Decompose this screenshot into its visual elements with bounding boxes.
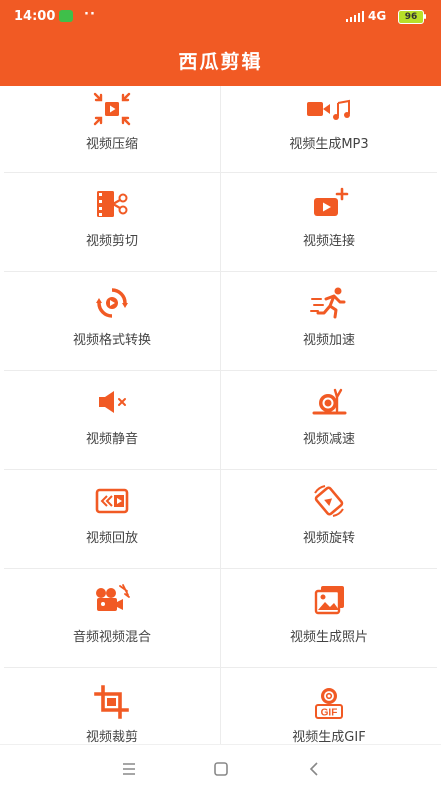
slow-down-icon	[312, 388, 347, 415]
tool-video-crop[interactable]: 视频裁剪	[4, 668, 220, 744]
audio-video-mix-icon	[96, 584, 130, 611]
mute-icon	[99, 391, 126, 413]
tool-label: 视频裁剪	[85, 730, 138, 744]
video-join-icon	[314, 187, 349, 216]
tool-mute[interactable]: 视频静音	[4, 371, 220, 469]
tool-video-compress[interactable]: 视频压缩	[4, 86, 220, 172]
tools-grid: 视频压缩 视频生成MP3 视频剪切 视频连接 视频格式转换 视频加速 视频静音 …	[4, 86, 437, 744]
home-icon[interactable]	[211, 759, 231, 779]
app-title: 西瓜剪辑	[178, 50, 263, 73]
format-convert-icon	[96, 288, 128, 318]
tool-label: 视频压缩	[85, 137, 138, 152]
rotate-icon	[314, 485, 344, 517]
tool-rewind[interactable]: 视频回放	[4, 470, 220, 568]
tool-label: 视频生成照片	[289, 630, 368, 645]
speed-up-icon	[310, 287, 346, 319]
video-cut-icon	[97, 191, 128, 217]
tool-video-cut[interactable]: 视频剪切	[4, 173, 220, 271]
video-to-mp3-icon	[307, 99, 350, 120]
tool-video-to-mp3[interactable]: 视频生成MP3	[221, 86, 437, 172]
status-bar: 14:00 ·· 4G 96	[0, 0, 441, 34]
tool-format-convert[interactable]: 视频格式转换	[4, 272, 220, 370]
menu-icon[interactable]	[119, 759, 139, 779]
system-nav-bar	[0, 744, 441, 792]
tool-label: 视频生成GIF	[292, 730, 366, 744]
tool-audio-video-mix[interactable]: 音频视频混合	[4, 569, 220, 667]
back-icon[interactable]	[304, 759, 324, 779]
tool-speed-up[interactable]: 视频加速	[221, 272, 437, 370]
tool-label: 视频减速	[302, 432, 355, 447]
tool-label: 视频格式转换	[72, 333, 151, 348]
network-type: 4G	[368, 9, 387, 23]
signal-icon	[346, 11, 364, 22]
status-time: 14:00	[14, 9, 56, 24]
tool-label: 视频剪切	[85, 234, 138, 249]
gif-icon-text: GIF	[321, 708, 338, 719]
tool-label: 视频连接	[302, 234, 355, 249]
tool-rotate[interactable]: 视频旋转	[221, 470, 437, 568]
rewind-icon	[95, 488, 129, 514]
tool-label: 视频旋转	[302, 531, 355, 546]
tool-label: 视频回放	[85, 531, 138, 546]
tool-slow-down[interactable]: 视频减速	[221, 371, 437, 469]
video-to-gif-icon: GIF	[315, 688, 343, 719]
compress-icon	[93, 92, 131, 126]
more-notifications-icon: ··	[84, 7, 96, 22]
tool-label: 音频视频混合	[72, 630, 151, 645]
battery-icon: 96	[398, 10, 424, 24]
tool-video-to-photo[interactable]: 视频生成照片	[221, 569, 437, 667]
video-to-photo-icon	[314, 586, 344, 615]
battery-tip	[424, 14, 426, 19]
tool-label: 视频生成MP3	[289, 137, 369, 152]
crop-icon	[94, 685, 129, 719]
tool-label: 视频静音	[85, 432, 138, 447]
tool-video-join[interactable]: 视频连接	[221, 173, 437, 271]
app-bar: 西瓜剪辑	[0, 34, 441, 86]
tool-label: 视频加速	[302, 333, 355, 348]
wechat-notification-icon	[59, 10, 73, 22]
tool-video-to-gif[interactable]: GIF 视频生成GIF	[221, 668, 437, 744]
